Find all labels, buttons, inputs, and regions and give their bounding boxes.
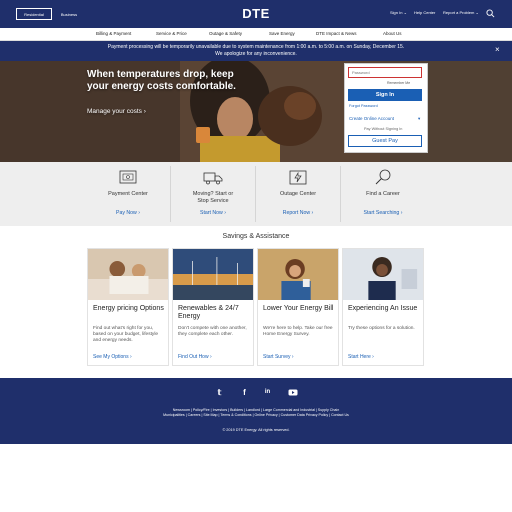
alert-line-2: We apologize for any inconvenience.	[215, 50, 297, 57]
woman-with-mug-image	[258, 249, 338, 300]
footer-links-row-1[interactable]: Newsroom | Policy/Fire | Investors | Bui…	[120, 408, 392, 412]
hero-headline: When temperatures drop, keep your energy…	[87, 69, 236, 92]
nav-service[interactable]: Service & Price	[156, 31, 187, 36]
support-agent-image	[343, 249, 423, 300]
sign-in-link[interactable]: Sign In ⌄	[390, 10, 407, 15]
start-now-link[interactable]: Start Now ›	[171, 210, 255, 216]
residential-tab[interactable]: Residential	[16, 8, 52, 20]
card-renewables[interactable]: Renewables & 24/7 Energy Don't compete w…	[172, 248, 254, 366]
tile-title: Outage Center	[279, 191, 317, 197]
dte-logo[interactable]: DTE	[226, 6, 286, 22]
tile-moving[interactable]: Moving? Start or Stop Service Start Now …	[171, 165, 255, 223]
business-tab[interactable]: Business	[54, 8, 84, 20]
card-description: We're here to help. Take our free Home E…	[263, 326, 333, 337]
chevron-right-icon: ›	[143, 108, 146, 115]
tile-title: Moving? Start or Stop Service	[192, 191, 234, 204]
report-now-link[interactable]: Report Now ›	[256, 210, 340, 216]
maintenance-alert: Payment processing will be temporarily u…	[0, 41, 512, 61]
linkedin-icon[interactable]: in	[263, 388, 272, 397]
nav-outage[interactable]: Outage & Safety	[209, 31, 242, 36]
savings-heading: Savings & Assistance	[222, 233, 290, 240]
sign-in-button[interactable]: Sign In	[348, 89, 422, 101]
payment-icon	[119, 170, 137, 184]
nav-impact[interactable]: DTE Impact & News	[316, 31, 357, 36]
help-center-link[interactable]: Help Center	[414, 10, 435, 15]
outage-icon	[289, 170, 307, 185]
pay-now-link[interactable]: Pay Now ›	[86, 210, 170, 216]
nav-about[interactable]: About Us	[383, 31, 402, 36]
card-title: Energy pricing Options	[93, 305, 164, 312]
copyright: © 2019 DTE Energy. All rights reserved.	[222, 428, 290, 432]
chevron-down-icon: ▾	[418, 116, 421, 121]
card-energy-pricing[interactable]: Energy pricing Options Find out what's r…	[87, 248, 169, 366]
see-my-options-link[interactable]: See My Options ›	[93, 354, 132, 360]
truck-icon	[203, 172, 223, 185]
twitter-icon[interactable]: 𝕥	[215, 388, 224, 397]
card-title: Lower Your Energy Bill	[263, 305, 334, 312]
chevron-down-icon: ⌄	[403, 10, 407, 15]
create-account-link[interactable]: Create Online Account	[349, 116, 394, 121]
search-icon[interactable]	[486, 9, 495, 18]
start-searching-link[interactable]: Start Searching ›	[341, 210, 425, 216]
card-lower-bill[interactable]: Lower Your Energy Bill We're here to hel…	[257, 248, 339, 366]
card-title: Experiencing An Issue	[348, 305, 418, 312]
main-nav	[0, 28, 512, 41]
card-description: Don't compete with one another, they com…	[178, 326, 247, 337]
remember-me-checkbox[interactable]: Remember Me	[387, 81, 410, 85]
report-problem-link[interactable]: Report a Problem ⌄	[443, 10, 479, 15]
youtube-icon[interactable]	[288, 388, 298, 397]
card-description: Try these options for a solution.	[348, 326, 415, 331]
tile-title: Payment Center	[108, 191, 148, 197]
forgot-password-link[interactable]: Forgot Password	[349, 104, 378, 108]
guest-pay-button[interactable]: Guest Pay	[348, 135, 422, 147]
tile-outage-center[interactable]: Outage Center Report Now ›	[256, 165, 340, 223]
chevron-down-icon: ⌄	[475, 10, 479, 15]
career-icon	[375, 169, 391, 185]
pay-without-label: Pay Without Signing In	[364, 127, 403, 131]
facebook-icon[interactable]: f	[240, 388, 249, 397]
wind-turbines-image	[173, 249, 253, 300]
start-here-link[interactable]: Start Here ›	[348, 354, 374, 360]
card-description: Find out what's right for you, based on …	[93, 326, 159, 343]
nav-save-energy[interactable]: Save Energy	[269, 31, 295, 36]
find-out-how-link[interactable]: Find Out How ›	[178, 354, 212, 360]
tile-payment-center[interactable]: Payment Center Pay Now ›	[86, 165, 170, 223]
nav-billing[interactable]: Billing & Payment	[96, 31, 131, 36]
tile-career[interactable]: Find a Career Start Searching ›	[341, 165, 425, 223]
manage-costs-link[interactable]: Manage your costs ›	[87, 108, 146, 115]
password-field[interactable]	[348, 67, 422, 78]
close-icon[interactable]: ×	[495, 46, 503, 54]
card-experiencing-issue[interactable]: Experiencing An Issue Try these options …	[342, 248, 424, 366]
card-title: Renewables & 24/7 Energy	[178, 305, 239, 320]
start-survey-link[interactable]: Start Survey ›	[263, 354, 294, 360]
family-image	[88, 249, 168, 300]
tile-title: Find a Career	[366, 191, 400, 197]
footer-links-row-2[interactable]: Municipalities | Careers | Site Map | Te…	[120, 413, 392, 417]
